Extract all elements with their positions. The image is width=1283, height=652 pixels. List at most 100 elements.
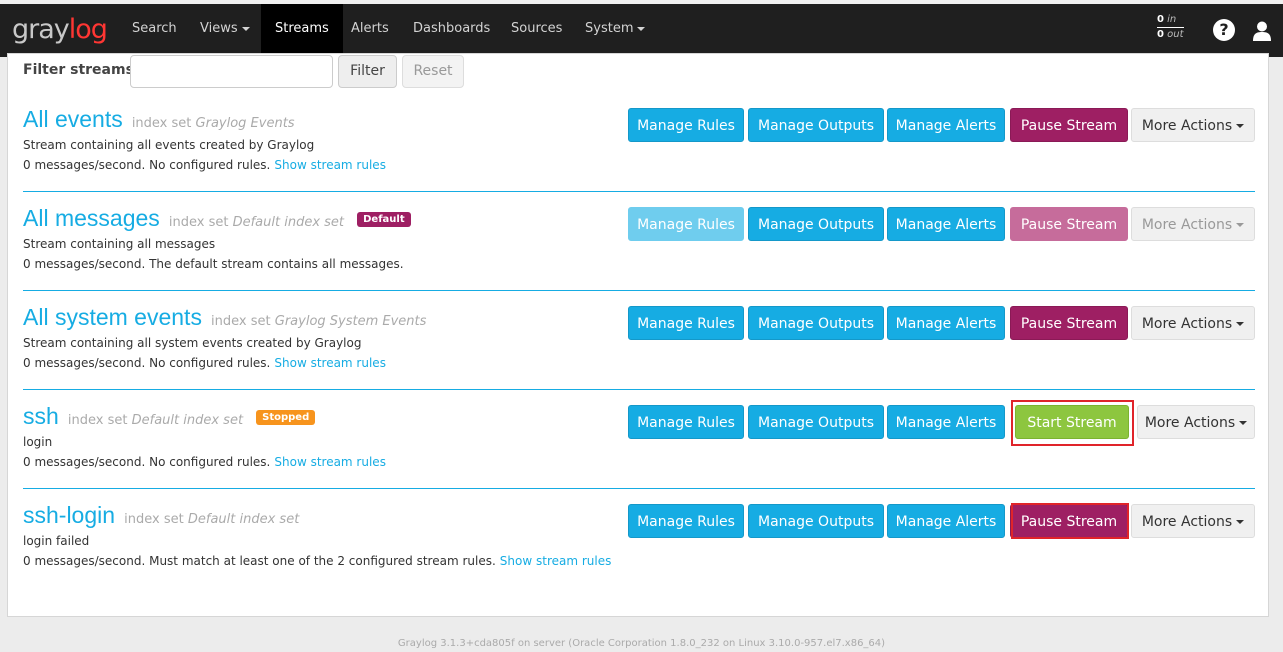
reset-button[interactable]: Reset: [402, 55, 464, 88]
nav-sources[interactable]: Sources: [497, 4, 576, 57]
index-set-prefix: index set: [124, 512, 184, 527]
index-set-prefix: index set: [168, 215, 229, 230]
manage-outputs-button[interactable]: Manage Outputs: [748, 306, 884, 340]
index-set-prefix: index set: [67, 413, 128, 428]
nav-views[interactable]: Views: [186, 4, 264, 57]
show-stream-rules-link[interactable]: Show stream rules: [274, 356, 386, 370]
manage-outputs-button[interactable]: Manage Outputs: [748, 504, 884, 538]
manage-alerts-button[interactable]: Manage Alerts: [887, 504, 1005, 538]
manage-rules-button[interactable]: Manage Rules: [628, 504, 744, 538]
more-actions-label: More Actions: [1141, 118, 1233, 134]
filter-streams-label: Filter streams: [23, 62, 134, 78]
manage-alerts-button[interactable]: Manage Alerts: [887, 405, 1005, 439]
show-stream-rules-link[interactable]: Show stream rules: [500, 554, 612, 568]
index-set-name: Default index set: [187, 512, 300, 527]
index-set-name: Default index set: [131, 413, 244, 428]
index-set-prefix: index set: [211, 314, 271, 329]
nav-system-label: System: [585, 21, 634, 36]
highlight-box-pause-stream: [1011, 503, 1129, 539]
stream-info: 0 messages/second. Must match at least o…: [23, 554, 611, 568]
stopped-badge: Stopped: [256, 410, 316, 425]
stream-info: 0 messages/second. No configured rules. S…: [23, 158, 386, 172]
stream-title-line: ssh index set Default index set Stopped: [23, 403, 316, 430]
stream-title-line: All events index set Graylog Events: [23, 106, 295, 133]
stream-description: login: [23, 435, 53, 449]
throughput-in-label: in: [1167, 14, 1177, 25]
more-actions-label: More Actions: [1144, 415, 1236, 431]
more-actions-button[interactable]: More Actions: [1131, 504, 1255, 538]
more-actions-button: More Actions: [1131, 207, 1255, 241]
throughput-in-count: 0: [1157, 14, 1164, 25]
manage-alerts-button[interactable]: Manage Alerts: [887, 306, 1005, 340]
stream-info: 0 messages/second. No configured rules. S…: [23, 356, 386, 370]
stream-throughput-text: 0 messages/second. No configured rules.: [23, 356, 271, 370]
nav-alerts[interactable]: Alerts: [337, 4, 403, 57]
stream-description: Stream containing all messages: [23, 237, 216, 251]
highlight-box-start-stream: [1011, 400, 1134, 446]
nav-streams[interactable]: Streams: [261, 4, 343, 57]
stream-title[interactable]: All events: [23, 106, 123, 132]
stream-divider: [23, 191, 1255, 192]
stream-title[interactable]: ssh: [23, 403, 59, 429]
index-set-info: index set Default index set: [124, 512, 299, 527]
show-stream-rules-link[interactable]: Show stream rules: [274, 455, 386, 469]
stream-title[interactable]: ssh-login: [23, 502, 115, 528]
stream-throughput-text: 0 messages/second. Must match at least o…: [23, 554, 496, 568]
chevron-down-icon: [1236, 223, 1245, 227]
stream-info: 0 messages/second. The default stream co…: [23, 257, 404, 271]
chevron-down-icon: [1236, 124, 1245, 128]
default-badge: Default: [357, 212, 411, 227]
stream-divider: [23, 389, 1255, 390]
manage-alerts-button[interactable]: Manage Alerts: [887, 207, 1005, 241]
more-actions-button[interactable]: More Actions: [1131, 306, 1255, 340]
user-icon[interactable]: [1251, 20, 1273, 42]
chevron-down-icon: [1239, 421, 1248, 425]
stream-description: Stream containing all system events crea…: [23, 336, 362, 350]
help-icon[interactable]: ?: [1213, 19, 1235, 41]
manage-rules-button[interactable]: Manage Rules: [628, 306, 744, 340]
index-set-name: Graylog System Events: [274, 314, 427, 329]
pause-stream-button[interactable]: Pause Stream: [1010, 108, 1128, 142]
more-actions-label: More Actions: [1141, 316, 1233, 332]
stream-title-line: All messages index set Default index set…: [23, 205, 411, 232]
manage-alerts-button[interactable]: Manage Alerts: [887, 108, 1005, 142]
stream-title[interactable]: All messages: [23, 205, 160, 231]
manage-rules-button[interactable]: Manage Rules: [628, 405, 744, 439]
logo-text-gray: gray: [12, 14, 70, 45]
index-set-name: Graylog Events: [195, 116, 295, 131]
nav-search[interactable]: Search: [118, 4, 191, 57]
show-stream-rules-link[interactable]: Show stream rules: [274, 158, 386, 172]
manage-rules-button: Manage Rules: [628, 207, 744, 241]
index-set-info: index set Default index set: [68, 413, 243, 428]
index-set-prefix: index set: [131, 116, 192, 131]
logo-text-red: log: [68, 14, 108, 45]
top-navbar: graylog Search Views Streams Alerts Dash…: [0, 0, 1283, 57]
graylog-logo[interactable]: graylog: [12, 14, 108, 46]
stream-divider: [23, 290, 1255, 291]
more-actions-button[interactable]: More Actions: [1131, 108, 1255, 142]
more-actions-button[interactable]: More Actions: [1137, 405, 1255, 439]
stream-title-line: All system events index set Graylog Syst…: [23, 304, 426, 331]
manage-outputs-button[interactable]: Manage Outputs: [748, 207, 884, 241]
filter-streams-input[interactable]: [130, 55, 333, 88]
chevron-down-icon: [637, 26, 646, 31]
manage-outputs-button[interactable]: Manage Outputs: [748, 108, 884, 142]
chevron-down-icon: [241, 26, 250, 31]
pause-stream-button[interactable]: Pause Stream: [1010, 306, 1128, 340]
throughput-out-count: 0: [1157, 29, 1164, 40]
manage-outputs-button[interactable]: Manage Outputs: [748, 405, 884, 439]
stream-info: 0 messages/second. No configured rules. S…: [23, 455, 386, 469]
throughput-out-label: out: [1167, 29, 1184, 40]
nav-system[interactable]: System: [571, 4, 659, 57]
stream-throughput-text: 0 messages/second. The default stream co…: [23, 257, 404, 271]
filter-button[interactable]: Filter: [338, 55, 397, 88]
stream-throughput-text: 0 messages/second. No configured rules.: [23, 158, 271, 172]
nav-dashboards[interactable]: Dashboards: [399, 4, 504, 57]
index-set-info: index set Graylog System Events: [211, 314, 426, 329]
footer-version: Graylog 3.1.3+cda805f on server (Oracle …: [397, 638, 886, 649]
index-set-info: index set Graylog Events: [132, 116, 295, 131]
stream-divider: [23, 488, 1255, 489]
throughput-indicator[interactable]: 0 in 0 out: [1157, 13, 1184, 42]
manage-rules-button[interactable]: Manage Rules: [628, 108, 744, 142]
stream-title[interactable]: All system events: [23, 304, 202, 330]
